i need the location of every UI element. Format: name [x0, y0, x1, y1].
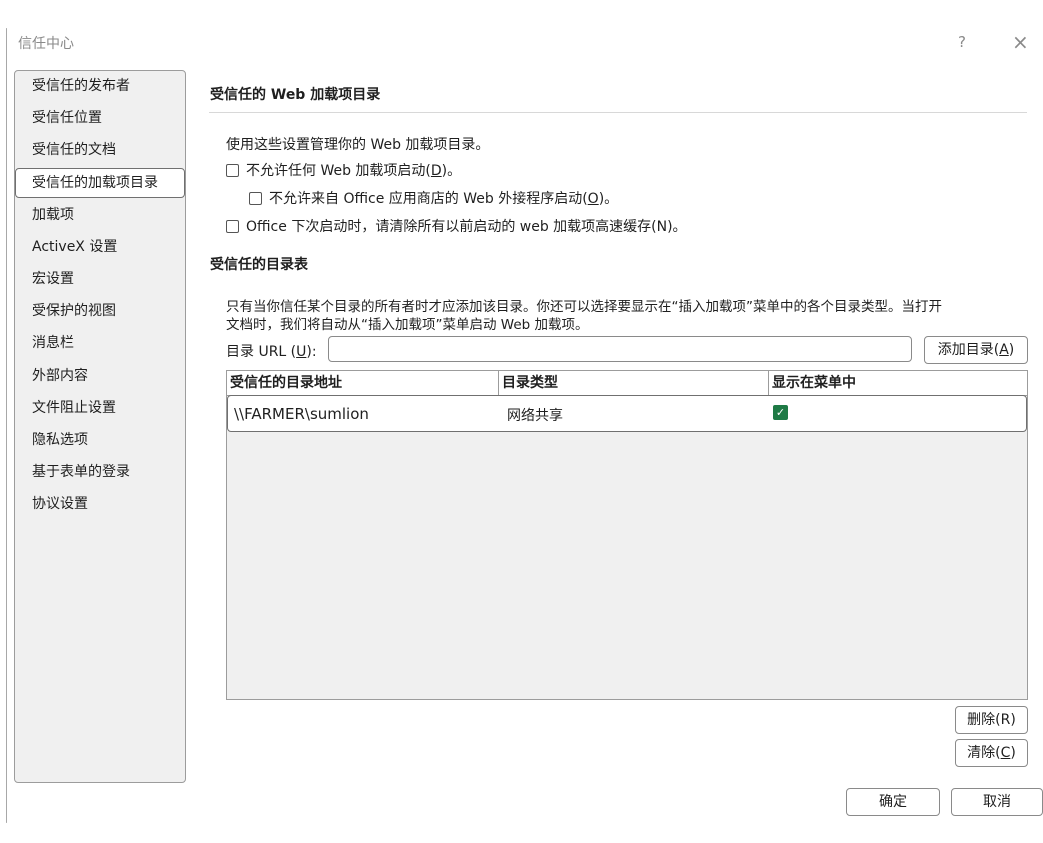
close-icon: × — [1012, 30, 1029, 54]
trusted-catalog-table: 受信任的目录地址 目录类型 显示在菜单中 \\FARMER\sumlion 网络… — [226, 370, 1028, 700]
column-header-show-in-menu[interactable]: 显示在菜单中 — [769, 371, 1027, 395]
section-title-trusted-catalog-table: 受信任的目录表 — [210, 257, 308, 273]
checkbox-disallow-web-addins[interactable] — [226, 163, 239, 177]
clear-button[interactable]: 清除(C) — [955, 739, 1028, 767]
sidebar-item-protocol[interactable]: 协议设置 — [17, 489, 183, 519]
sidebar-item-trusted-locations[interactable]: 受信任位置 — [17, 103, 183, 133]
sidebar-item-message-bar[interactable]: 消息栏 — [17, 328, 183, 358]
checkbox-disallow-store-addins[interactable] — [249, 191, 262, 205]
ok-button[interactable]: 确定 — [846, 788, 940, 816]
show-in-menu-checkbox[interactable]: ✓ — [773, 405, 788, 420]
cancel-button[interactable]: 取消 — [951, 788, 1043, 816]
sidebar-item-privacy[interactable]: 隐私选项 — [17, 425, 183, 455]
description-line-2: 文档时，我们将自动从“插入加载项”菜单启动 Web 加载项。 — [226, 317, 589, 333]
cell-type: 网络共享 — [507, 408, 563, 424]
sidebar-item-activex[interactable]: ActiveX 设置 — [17, 232, 183, 262]
option-disallow-store-addins[interactable]: 不允许来自 Office 应用商店的 Web 外接程序启动(O)。 — [249, 188, 618, 208]
help-button[interactable]: ? — [958, 33, 966, 51]
option-clear-cache[interactable]: Office 下次启动时，请清除所有以前启动的 web 加载项高速缓存(N)。 — [226, 216, 687, 236]
option-disallow-web-addins-label: 不允许任何 Web 加载项启动(D)。 — [246, 163, 462, 179]
add-catalog-button[interactable]: 添加目录(A) — [924, 336, 1028, 364]
window-title: 信任中心 — [18, 36, 74, 52]
catalog-url-input[interactable] — [328, 336, 912, 362]
catalog-url-label: 目录 URL (U): — [226, 344, 317, 360]
section-title-web-addin-catalogs: 受信任的 Web 加载项目录 — [210, 87, 381, 103]
option-disallow-store-addins-label: 不允许来自 Office 应用商店的 Web 外接程序启动(O)。 — [269, 191, 619, 207]
sidebar-item-trusted-addin-catalogs[interactable]: 受信任的加载项目录 — [15, 168, 185, 198]
sidebar-item-file-block[interactable]: 文件阻止设置 — [17, 393, 183, 423]
remove-button[interactable]: 删除(R) — [955, 706, 1028, 734]
sidebar-item-external-content[interactable]: 外部内容 — [17, 361, 183, 391]
option-clear-cache-label: Office 下次启动时，请清除所有以前启动的 web 加载项高速缓存(N)。 — [246, 219, 687, 235]
intro-text: 使用这些设置管理你的 Web 加载项目录。 — [226, 137, 490, 153]
column-header-type[interactable]: 目录类型 — [499, 371, 769, 395]
sidebar-item-addins[interactable]: 加载项 — [17, 200, 183, 230]
section-divider — [209, 112, 1027, 113]
table-row[interactable]: \\FARMER\sumlion 网络共享 ✓ — [227, 395, 1027, 432]
description-line-1: 只有当你信任某个目录的所有者时才应添加该目录。你还可以选择要显示在“插入加载项”… — [226, 299, 942, 315]
sidebar-item-macro[interactable]: 宏设置 — [17, 264, 183, 294]
cell-address: \\FARMER\sumlion — [234, 405, 369, 423]
window-edge — [6, 28, 7, 823]
sidebar-item-trusted-publishers[interactable]: 受信任的发布者 — [17, 71, 183, 101]
checkbox-clear-cache[interactable] — [226, 219, 239, 233]
checkmark-icon: ✓ — [775, 406, 786, 419]
close-button[interactable]: × — [1012, 30, 1029, 54]
option-disallow-web-addins[interactable]: 不允许任何 Web 加载项启动(D)。 — [226, 160, 461, 180]
sidebar-item-protected-view[interactable]: 受保护的视图 — [17, 296, 183, 326]
sidebar-item-trusted-documents[interactable]: 受信任的文档 — [17, 135, 183, 165]
column-header-address[interactable]: 受信任的目录地址 — [227, 371, 499, 395]
sidebar: 受信任的发布者 受信任位置 受信任的文档 受信任的加载项目录 加载项 Activ… — [14, 70, 186, 783]
sidebar-item-form-login[interactable]: 基于表单的登录 — [17, 457, 183, 487]
